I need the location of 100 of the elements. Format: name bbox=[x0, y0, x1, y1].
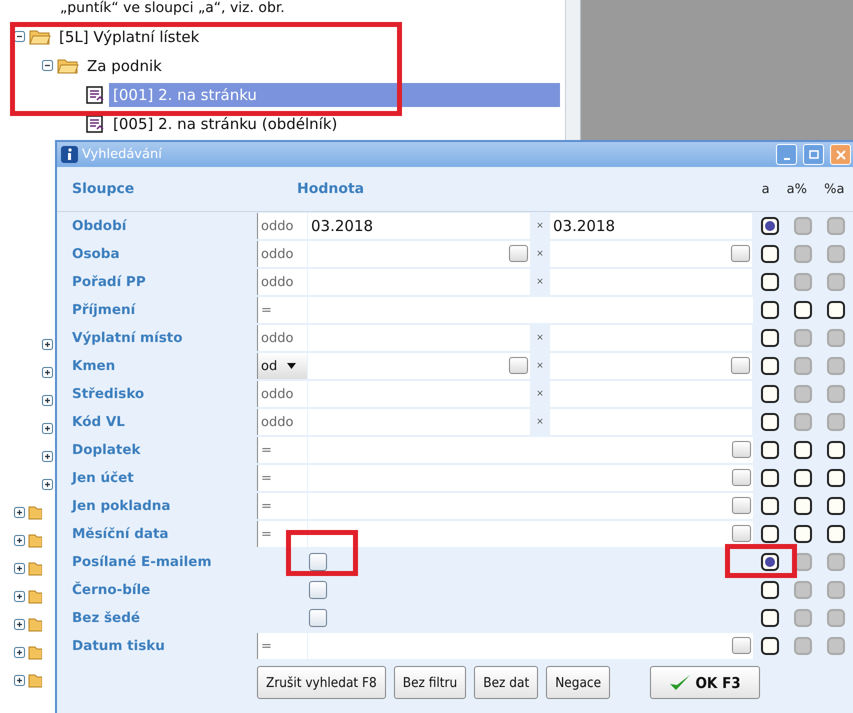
expand-icon[interactable] bbox=[14, 506, 25, 518]
expand-icon[interactable] bbox=[42, 366, 53, 378]
tree-item[interactable]: Za podnik bbox=[83, 54, 166, 78]
expand-icon[interactable] bbox=[14, 646, 25, 658]
radio-button[interactable] bbox=[760, 525, 779, 543]
from-field[interactable]: 03.2018 bbox=[308, 213, 530, 239]
radio-button[interactable] bbox=[760, 245, 779, 263]
to-field[interactable] bbox=[550, 269, 752, 295]
to-field[interactable] bbox=[550, 381, 752, 407]
dialog-button[interactable]: Zrušit vyhledat F8 bbox=[257, 666, 386, 699]
radio-button[interactable] bbox=[760, 217, 779, 235]
browse-button[interactable] bbox=[731, 357, 750, 374]
radio-button[interactable] bbox=[760, 581, 779, 599]
collapse-icon[interactable] bbox=[14, 31, 25, 42]
browse-button[interactable] bbox=[731, 245, 750, 262]
radio-button[interactable] bbox=[794, 525, 812, 543]
browse-button[interactable] bbox=[732, 441, 751, 458]
expand-icon[interactable] bbox=[14, 674, 25, 686]
radio-button[interactable] bbox=[760, 357, 779, 375]
browse-button[interactable] bbox=[509, 245, 528, 262]
radio-button[interactable] bbox=[827, 525, 846, 543]
operator-field[interactable]: = bbox=[257, 437, 307, 463]
operator-field[interactable]: = bbox=[257, 465, 307, 491]
dialog-button[interactable]: Negace bbox=[546, 666, 610, 699]
from-field[interactable] bbox=[308, 269, 530, 295]
checkbox[interactable] bbox=[309, 553, 327, 571]
operator-field[interactable]: = bbox=[257, 633, 307, 659]
to-field[interactable]: 03.2018 bbox=[550, 213, 752, 239]
radio-button[interactable] bbox=[760, 609, 779, 627]
radio-button[interactable] bbox=[794, 497, 812, 515]
from-field[interactable] bbox=[308, 353, 530, 379]
dialog-button[interactable]: Bez dat bbox=[474, 666, 538, 699]
browse-button[interactable] bbox=[509, 357, 528, 374]
radio-button[interactable] bbox=[794, 441, 812, 459]
radio-button[interactable] bbox=[827, 301, 846, 319]
expand-icon[interactable] bbox=[14, 618, 25, 630]
operator-field[interactable]: = bbox=[257, 493, 307, 519]
radio-button[interactable] bbox=[827, 469, 846, 487]
checkbox[interactable] bbox=[309, 609, 327, 627]
radio-button[interactable] bbox=[827, 441, 846, 459]
operator-field[interactable]: oddo bbox=[257, 381, 307, 407]
radio-button[interactable] bbox=[760, 301, 779, 319]
to-field[interactable] bbox=[550, 353, 752, 379]
expand-icon[interactable] bbox=[42, 422, 53, 434]
collapse-icon[interactable] bbox=[42, 60, 53, 71]
to-field[interactable] bbox=[550, 325, 752, 351]
radio-button[interactable] bbox=[760, 553, 779, 571]
operator-field[interactable]: oddo bbox=[257, 213, 307, 239]
operator-field[interactable]: oddo bbox=[257, 241, 307, 267]
radio-button[interactable] bbox=[760, 469, 779, 487]
browse-button[interactable] bbox=[732, 637, 751, 654]
browse-button[interactable] bbox=[732, 469, 751, 486]
dialog-button[interactable]: Bez filtru bbox=[394, 666, 466, 699]
checkbox[interactable] bbox=[309, 581, 327, 599]
browse-button[interactable] bbox=[732, 525, 751, 542]
operator-field[interactable]: = bbox=[257, 297, 307, 323]
scrollbar[interactable] bbox=[566, 0, 581, 140]
expand-icon[interactable] bbox=[42, 394, 53, 406]
tree-item[interactable]: [001] 2. na stránku bbox=[109, 82, 560, 106]
radio-button[interactable] bbox=[760, 385, 779, 403]
from-field[interactable] bbox=[308, 409, 530, 435]
value-field[interactable] bbox=[308, 493, 753, 519]
from-field[interactable] bbox=[308, 381, 530, 407]
maximize-button[interactable] bbox=[803, 144, 824, 165]
radio-button[interactable] bbox=[760, 273, 779, 291]
expand-icon[interactable] bbox=[42, 450, 53, 462]
column-label: Měsíční data bbox=[71, 526, 170, 542]
operator-field[interactable]: od bbox=[257, 353, 307, 379]
close-button[interactable] bbox=[830, 144, 851, 165]
radio-button[interactable] bbox=[760, 441, 779, 459]
expand-icon[interactable] bbox=[14, 534, 25, 546]
operator-field[interactable]: oddo bbox=[257, 269, 307, 295]
from-field[interactable] bbox=[308, 325, 530, 351]
expand-icon[interactable] bbox=[14, 562, 25, 574]
tree-item[interactable]: [5L] Výplatní lístek bbox=[55, 24, 204, 48]
value-field[interactable] bbox=[308, 437, 753, 463]
radio-button[interactable] bbox=[794, 469, 812, 487]
tree-item[interactable]: [005] 2. na stránku (obdélník) bbox=[109, 112, 342, 136]
mode-header: %a bbox=[824, 182, 844, 196]
radio-button[interactable] bbox=[794, 301, 812, 319]
value-field[interactable] bbox=[308, 297, 753, 323]
radio-button[interactable] bbox=[827, 497, 846, 515]
expand-icon[interactable] bbox=[14, 590, 25, 602]
radio-button[interactable] bbox=[760, 497, 779, 515]
expand-icon[interactable] bbox=[42, 478, 53, 490]
radio-button[interactable] bbox=[760, 413, 779, 431]
value-field[interactable] bbox=[308, 465, 753, 491]
browse-button[interactable] bbox=[732, 497, 751, 514]
radio-button[interactable] bbox=[760, 637, 779, 655]
operator-field[interactable]: oddo bbox=[257, 409, 307, 435]
value-field[interactable] bbox=[308, 633, 753, 659]
to-field[interactable] bbox=[550, 241, 752, 267]
radio-button[interactable] bbox=[760, 329, 779, 347]
expand-icon[interactable] bbox=[42, 338, 53, 350]
to-field[interactable] bbox=[550, 409, 752, 435]
minimize-button[interactable] bbox=[776, 144, 797, 165]
value-field[interactable] bbox=[308, 521, 753, 547]
operator-field[interactable]: oddo bbox=[257, 325, 307, 351]
from-field[interactable] bbox=[308, 241, 530, 267]
ok-button[interactable]: OK F3 bbox=[650, 666, 760, 699]
